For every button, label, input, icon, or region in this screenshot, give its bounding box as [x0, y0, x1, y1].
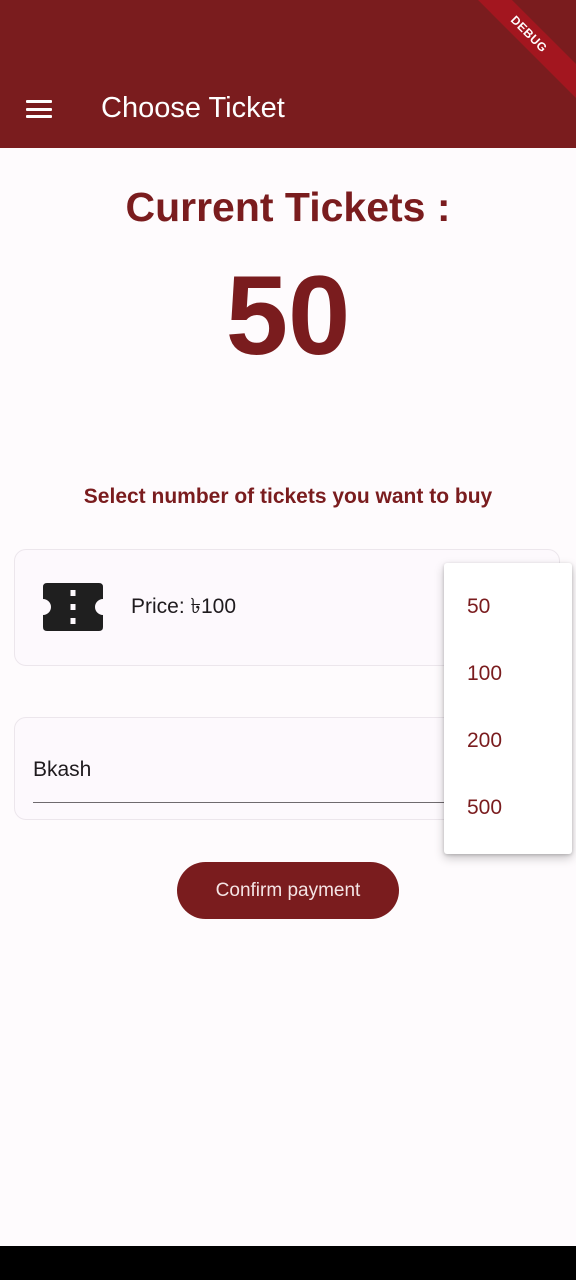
ticket-quantity-dropdown: 50 100 200 500 — [444, 563, 572, 854]
current-tickets-label: Current Tickets : — [125, 184, 451, 230]
current-tickets-count: 50 — [225, 253, 351, 378]
debug-banner: DEBUG — [460, 0, 576, 103]
app-bar: Choose Ticket DEBUG — [0, 0, 576, 148]
dropdown-option-200[interactable]: 200 — [467, 727, 502, 755]
page-title: Choose Ticket — [101, 92, 285, 124]
payment-method-field[interactable]: Bkash — [33, 748, 445, 803]
confirm-payment-button[interactable]: Confirm payment — [177, 862, 399, 919]
dropdown-option-100[interactable]: 100 — [467, 660, 502, 688]
hamburger-menu-icon — [26, 100, 52, 118]
system-navigation-bar — [0, 1246, 576, 1280]
menu-button[interactable] — [14, 84, 64, 134]
payment-method-value: Bkash — [33, 758, 92, 781]
price-text: Price: ৳100 — [131, 595, 237, 618]
ticket-icon — [43, 583, 103, 631]
dropdown-option-50[interactable]: 50 — [467, 593, 490, 621]
dropdown-option-500[interactable]: 500 — [467, 794, 502, 822]
ticket-selection-instruction: Select number of tickets you want to buy — [83, 485, 493, 508]
